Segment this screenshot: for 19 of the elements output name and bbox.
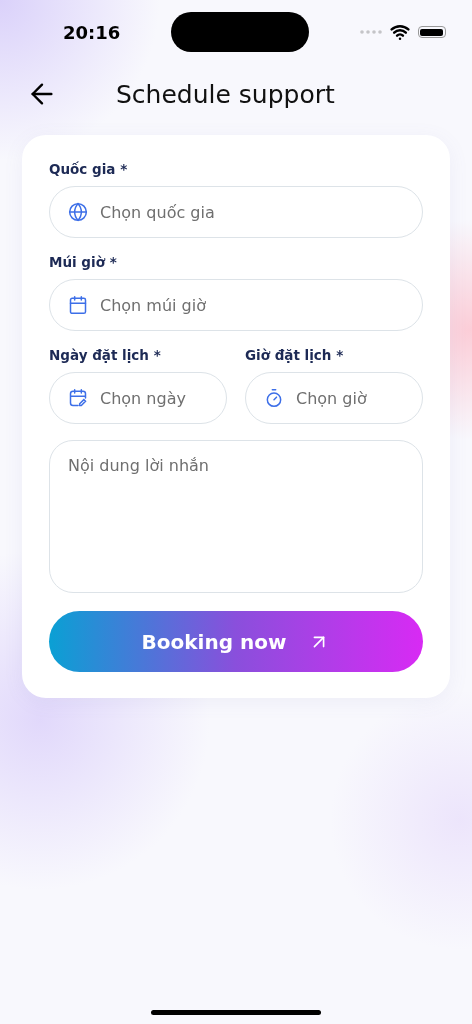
field-label: Quốc gia * xyxy=(49,161,129,177)
select-field[interactable]: Chọn múi giờ xyxy=(49,279,423,331)
calendar-icon xyxy=(68,295,88,315)
field-label: Giờ đặt lịch * xyxy=(245,347,345,363)
field-label: Ngày đặt lịch * xyxy=(49,347,162,363)
globe-icon xyxy=(68,202,88,222)
timer-icon xyxy=(264,388,284,408)
field-label: Múi giờ * xyxy=(49,254,118,270)
message-field[interactable]: Nội dung lời nhắn xyxy=(49,440,423,593)
status-time: 20:16 xyxy=(63,21,121,43)
select-field[interactable]: Chọn quốc gia xyxy=(49,186,423,238)
select-field[interactable]: Chọn ngày xyxy=(49,372,227,424)
signal-icon xyxy=(360,30,382,34)
booking-button[interactable]: Booking now xyxy=(49,611,423,672)
wifi-icon xyxy=(390,22,410,42)
select-field[interactable]: Chọn giờ xyxy=(245,372,423,424)
page-title: Schedule support xyxy=(116,79,335,109)
battery-icon xyxy=(418,26,446,38)
calendar-edit-icon xyxy=(68,388,88,408)
